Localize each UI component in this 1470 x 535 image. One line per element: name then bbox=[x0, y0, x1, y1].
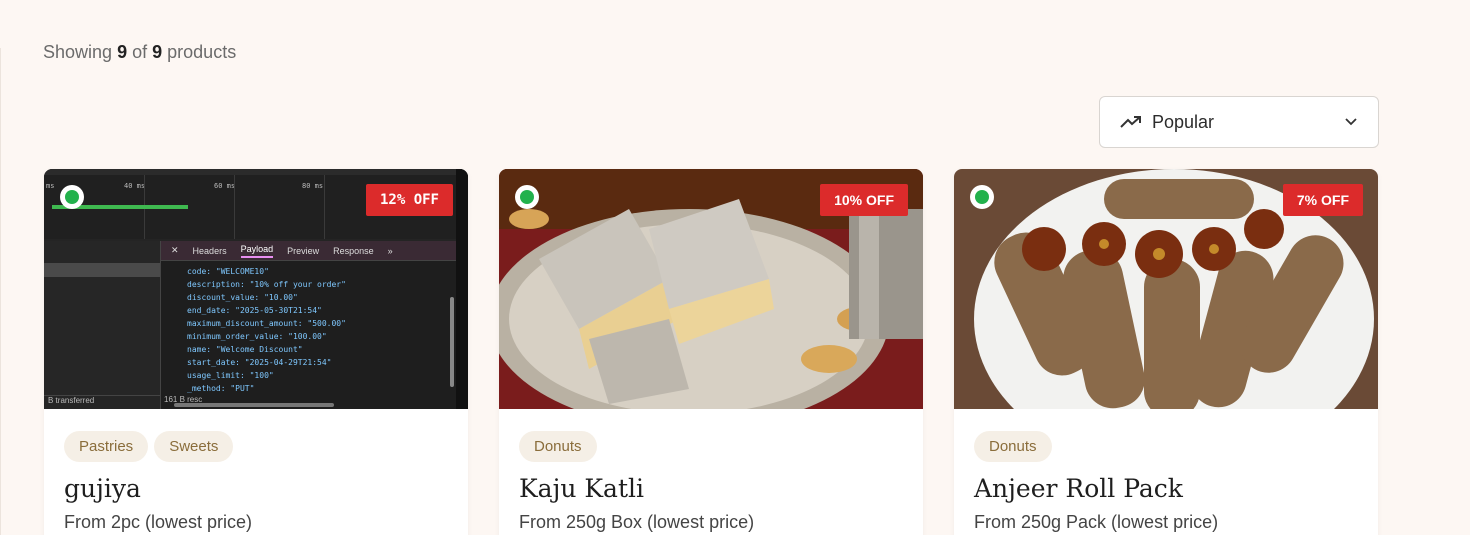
discount-badge: 10% OFF bbox=[820, 184, 908, 216]
payload-line: start_date: "2025-04-29T21:54" bbox=[187, 358, 332, 367]
timeline-label: 60 ms bbox=[214, 182, 236, 190]
tab-payload: Payload bbox=[240, 244, 274, 258]
product-name[interactable]: Anjeer Roll Pack bbox=[974, 474, 1183, 503]
timeline-gridline bbox=[324, 175, 325, 239]
showing-suffix: products bbox=[167, 42, 237, 62]
payload-line: discount_value: "10.00" bbox=[187, 293, 298, 302]
payload-line: description: "10% off your order" bbox=[187, 280, 346, 289]
showing-prefix: Showing bbox=[43, 42, 113, 62]
discount-badge: 7% OFF bbox=[1282, 184, 1363, 216]
trending-up-icon bbox=[1120, 116, 1141, 128]
product-image-devtools[interactable]: ms 40 ms 60 ms 80 ms ✕ Headers Payload P… bbox=[44, 169, 468, 409]
timeline-label: ms bbox=[46, 182, 55, 190]
discount-badge: 12% OFF bbox=[365, 184, 453, 216]
product-card[interactable]: 7% OFF Donuts Anjeer Roll Pack From 250g… bbox=[954, 169, 1378, 535]
product-card[interactable]: ms 40 ms 60 ms 80 ms ✕ Headers Payload P… bbox=[44, 169, 468, 535]
category-tags: Pastries Sweets bbox=[64, 431, 234, 462]
tab-response: Response bbox=[333, 245, 374, 256]
results-count: Showing 9 of 9 products bbox=[43, 42, 236, 63]
payload-line: code: "WELCOME10" bbox=[187, 267, 269, 276]
tab-preview: Preview bbox=[287, 245, 320, 256]
payload-line: usage_limit: "100" bbox=[187, 371, 274, 380]
timeline-label: 40 ms bbox=[124, 182, 146, 190]
category-tag[interactable]: Donuts bbox=[519, 431, 597, 462]
devtools-selected-row bbox=[44, 263, 160, 277]
more-tabs-icon: » bbox=[387, 245, 393, 256]
of-word: of bbox=[132, 42, 148, 62]
payload-line: maximum_discount_amount: "500.00" bbox=[187, 319, 346, 328]
product-name[interactable]: Kaju Katli bbox=[519, 474, 644, 503]
product-name[interactable]: gujiya bbox=[64, 474, 141, 503]
content-left-border bbox=[0, 48, 4, 535]
product-image[interactable]: 7% OFF bbox=[954, 169, 1378, 409]
availability-dot bbox=[970, 185, 994, 209]
chevron-down-icon bbox=[1345, 118, 1357, 126]
payload-line: _method: "PUT" bbox=[187, 384, 255, 393]
payload-code: code: "WELCOME10" description: "10% off … bbox=[161, 261, 468, 395]
product-image[interactable]: 10% OFF bbox=[499, 169, 923, 409]
product-price-text: From 250g Box (lowest price) bbox=[519, 512, 755, 532]
category-tags: Donuts bbox=[519, 431, 597, 462]
horizontal-scrollbar bbox=[174, 403, 334, 407]
payload-line: minimum_order_value: "100.00" bbox=[187, 332, 327, 341]
status-transferred: B transferred bbox=[48, 396, 95, 405]
devtools-tabs: ✕ Headers Payload Preview Response » bbox=[161, 241, 468, 261]
devtools-status: B transferred bbox=[44, 395, 160, 409]
timeline-gridline bbox=[234, 175, 235, 239]
tab-headers: Headers bbox=[192, 245, 227, 256]
close-icon: ✕ bbox=[171, 245, 179, 255]
product-price-text: From 250g Pack (lowest price) bbox=[974, 512, 1219, 532]
sort-selected-value: Popular bbox=[1152, 111, 1215, 132]
shown-count: 9 bbox=[117, 42, 128, 62]
category-tag[interactable]: Sweets bbox=[154, 431, 234, 462]
product-price-text: From 2pc (lowest price) bbox=[64, 512, 253, 532]
category-tags: Donuts bbox=[974, 431, 1052, 462]
dark-edge bbox=[456, 169, 468, 409]
sort-dropdown[interactable]: Popular bbox=[1099, 96, 1379, 148]
timeline-label: 80 ms bbox=[302, 182, 324, 190]
category-tag[interactable]: Donuts bbox=[974, 431, 1052, 462]
product-card[interactable]: 10% OFF Donuts Kaju Katli From 250g Box … bbox=[499, 169, 923, 535]
availability-dot bbox=[60, 185, 84, 209]
payload-line: end_date: "2025-05-30T21:54" bbox=[187, 306, 322, 315]
payload-line: name: "Welcome Discount" bbox=[187, 345, 303, 354]
availability-dot bbox=[515, 185, 539, 209]
vertical-scrollbar bbox=[450, 297, 454, 387]
devtools-detail-panel: ✕ Headers Payload Preview Response » cod… bbox=[160, 241, 468, 409]
total-count: 9 bbox=[152, 42, 163, 62]
category-tag[interactable]: Pastries bbox=[64, 431, 149, 462]
